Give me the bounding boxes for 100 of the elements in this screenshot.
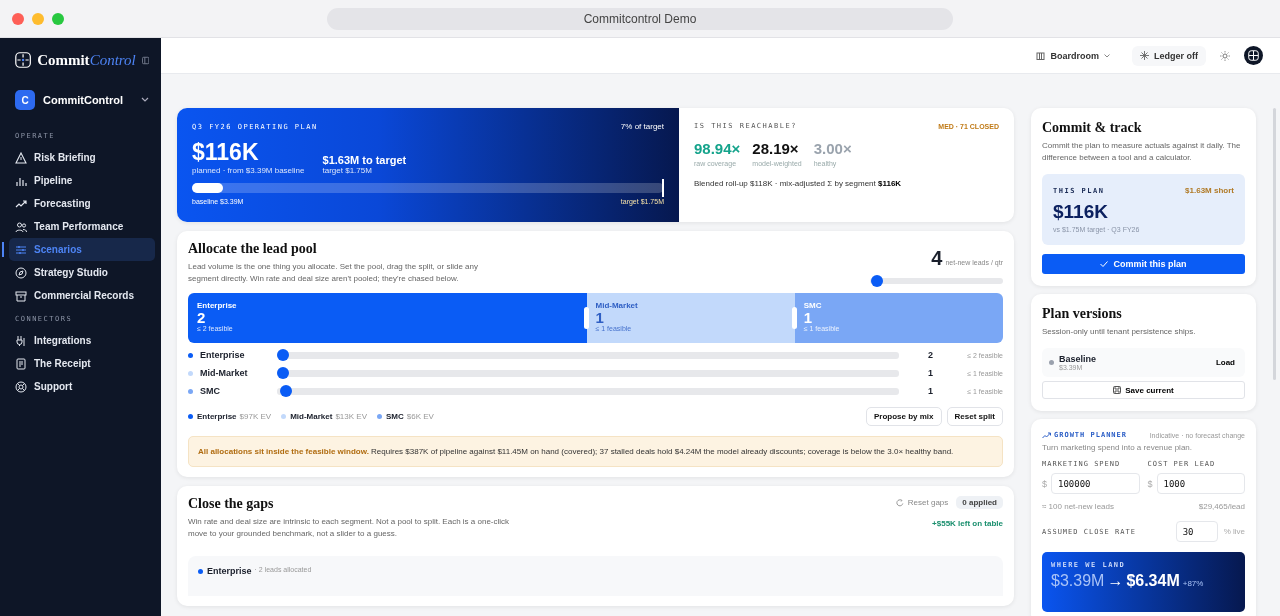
nav-item[interactable]: Integrations xyxy=(9,329,155,352)
applied-count: 0 applied xyxy=(956,496,1003,510)
planned-amount: $116K xyxy=(192,139,260,167)
slider-thumb[interactable] xyxy=(277,348,290,361)
expected-value: $97K EV xyxy=(239,412,272,422)
scrollbar[interactable] xyxy=(1273,108,1276,380)
input-field[interactable]: 100000 xyxy=(1051,473,1140,495)
plan-amount: $116K xyxy=(1053,201,1109,224)
left-on-table: +$55K left on table xyxy=(932,519,1003,529)
slider-track[interactable] xyxy=(870,278,1003,285)
nav-item[interactable]: Support xyxy=(9,375,155,398)
save-button[interactable]: Save current xyxy=(1042,381,1245,400)
baseline-amount: $3.39M xyxy=(1051,572,1105,591)
segment-name: Mid-Market xyxy=(290,412,333,422)
building-icon xyxy=(1036,51,1046,61)
slider-track[interactable] xyxy=(277,369,899,377)
trend-icon xyxy=(1042,431,1051,439)
nav-item[interactable]: Risk Briefing xyxy=(9,146,155,169)
trend-icon xyxy=(15,197,27,210)
segment-name: Enterprise xyxy=(197,412,237,422)
card-description: Turn marketing spend into a revenue plan. xyxy=(1042,443,1193,453)
slider-thumb[interactable] xyxy=(870,275,883,288)
ledger-toggle[interactable]: Ledger off xyxy=(1132,45,1206,66)
currency-prefix: $ xyxy=(1147,478,1153,489)
address-bar[interactable]: Commitcontrol Demo xyxy=(327,8,953,30)
status-dot xyxy=(1049,360,1054,366)
action-button[interactable]: Propose by mix xyxy=(865,407,942,427)
leads-estimate: ≈ 100 net-new leads xyxy=(1042,502,1114,512)
check-icon xyxy=(1100,261,1109,268)
input-field[interactable]: 1000 xyxy=(1156,473,1245,495)
section-description: Win rate and deal size are intrinsic to each segment. Not a pool to split. Each is a one-click move to your grounded benchmark, not a slider to a guess. xyxy=(188,516,511,541)
window-control[interactable] xyxy=(52,12,64,25)
version-name: Baseline xyxy=(1059,354,1098,365)
card-title: Plan versions xyxy=(1042,306,1123,323)
user-avatar[interactable] xyxy=(1244,46,1263,66)
rollup-summary: Blended roll-up $118K · mix-adjusted Σ by segment $116K xyxy=(694,179,903,189)
segment-name: Mid-Market xyxy=(595,301,639,311)
nav-item[interactable]: The Receipt xyxy=(9,352,155,375)
segment-count: 1 xyxy=(927,368,933,379)
target-marker xyxy=(662,179,664,198)
currency-prefix: $ xyxy=(1042,478,1047,489)
metric-value: 3.00× xyxy=(813,140,852,158)
field-suffix: % live xyxy=(1223,527,1245,537)
archive-icon xyxy=(15,289,27,302)
nav-item[interactable]: Strategy Studio xyxy=(9,261,155,284)
feasibility-notice: All allocations sit inside the feasible window. Requires $387K of pipeline against $11.45M on hand (covered); 37 stalled deals hold $4.24M the model already discounts; coverage is below the 3.0× healthy band. xyxy=(188,436,1003,468)
segment-count: 2 xyxy=(927,350,933,361)
cost-per-lead: $29,465/lead xyxy=(1198,502,1245,512)
expected-value: $6K EV xyxy=(406,412,434,422)
nav-item[interactable]: Pipeline xyxy=(9,169,155,192)
arrow-symbol: → xyxy=(1107,572,1124,591)
logo-icon xyxy=(15,50,32,70)
section-title: Close the gaps xyxy=(188,496,275,513)
card-description: Session-only until tenant persistence ships. xyxy=(1042,326,1197,339)
workspace-name: CommitControl xyxy=(43,94,125,106)
projected-amount: $6.34M xyxy=(1126,572,1180,591)
commit-button[interactable]: Commit this plan xyxy=(1042,254,1245,275)
card-description: Commit the plan to measure actuals against it daily. The difference between a tool and a calculator. xyxy=(1042,140,1242,165)
sun-icon xyxy=(1220,50,1230,61)
drag-handle[interactable] xyxy=(791,307,797,330)
slider-track[interactable] xyxy=(277,387,899,395)
section-title: Allocate the lead pool xyxy=(188,241,318,258)
nav-item[interactable]: Forecasting xyxy=(9,192,155,215)
metric-value: 98.94× xyxy=(694,140,741,158)
slider-thumb[interactable] xyxy=(280,384,293,397)
segment-name: SMC xyxy=(385,412,404,422)
shortfall: $1.63M short xyxy=(1185,186,1234,196)
slider-track[interactable] xyxy=(277,351,899,359)
drag-handle[interactable] xyxy=(583,307,589,330)
compass-icon xyxy=(15,266,27,279)
card-title: Commit & track xyxy=(1042,120,1143,137)
window-control[interactable] xyxy=(32,12,44,25)
segment-value: 2 xyxy=(197,310,206,326)
nav-item[interactable]: Team Performance xyxy=(9,215,155,238)
reset-icon xyxy=(895,498,904,507)
expected-value: $13K EV xyxy=(335,412,367,422)
action-button[interactable]: Reset split xyxy=(946,407,1003,427)
pool-value: 4 xyxy=(931,247,943,271)
logo-icon xyxy=(1248,50,1259,62)
segment-count: 1 xyxy=(927,386,933,397)
segment-name: Enterprise xyxy=(197,301,238,311)
section-description: Lead volume is the one thing you allocate. Set the pool, drag the split, or slide any segment directly. Win rate and deal size aren't pooled; they're chased below. xyxy=(188,261,479,286)
slider-thumb[interactable] xyxy=(277,366,290,379)
workspace-avatar: C xyxy=(15,90,35,110)
load-button[interactable]: Load xyxy=(1213,356,1237,370)
input-field[interactable]: 30 xyxy=(1175,521,1218,543)
window-control[interactable] xyxy=(12,12,24,25)
warning-icon xyxy=(15,151,27,164)
lifebuoy-icon xyxy=(15,380,27,393)
chevron-down-icon xyxy=(141,97,149,103)
plug-icon xyxy=(15,334,27,347)
planned-note: planned · from $3.39M baseline xyxy=(192,166,305,176)
save-icon xyxy=(1113,386,1122,395)
reset-gaps-button[interactable]: Reset gaps xyxy=(895,498,949,508)
sparkle-icon xyxy=(1140,51,1149,61)
brand-name: CommitControl xyxy=(37,51,136,69)
segment-value: 1 xyxy=(803,310,814,326)
receipt-icon xyxy=(15,357,27,370)
segment-name: Enterprise xyxy=(200,350,246,361)
nav-item[interactable]: Commercial Records xyxy=(9,284,155,307)
